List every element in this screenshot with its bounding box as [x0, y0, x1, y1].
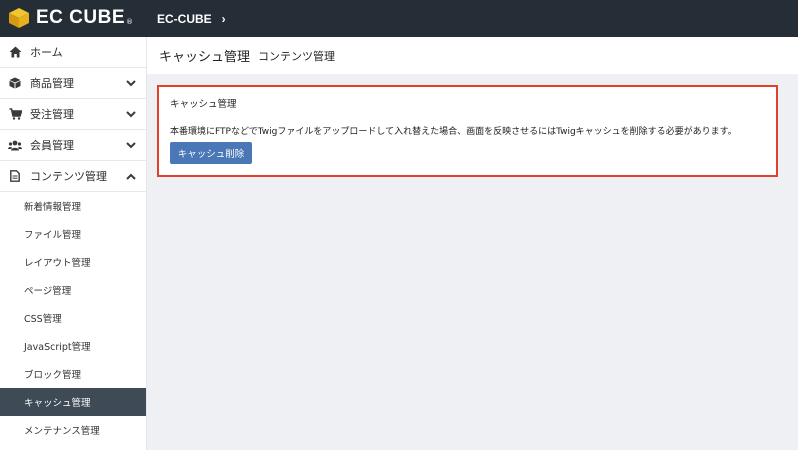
chevron-down-icon — [126, 130, 136, 161]
submenu-item-maintenance[interactable]: メンテナンス管理 — [0, 416, 146, 444]
home-icon — [8, 45, 22, 59]
submenu-item-layout[interactable]: レイアウト管理 — [0, 248, 146, 276]
cube-logo-icon — [9, 8, 29, 28]
submenu-item-css[interactable]: CSS管理 — [0, 304, 146, 332]
chevron-down-icon — [126, 68, 136, 99]
sidebar: ホーム 商品管理 受注管理 会員管理 コンテンツ管理 新着情報管理 ファイル管理… — [0, 37, 147, 450]
submenu-item-files[interactable]: ファイル管理 — [0, 220, 146, 248]
sidebar-item-label: 商品管理 — [30, 77, 74, 90]
cache-card: キャッシュ管理 本番環境にFTPなどでTwigファイルをアップロードして入れ替え… — [157, 85, 778, 177]
submenu-item-pages[interactable]: ページ管理 — [0, 276, 146, 304]
logo[interactable]: EC CUBE ® — [8, 4, 133, 32]
sidebar-item-products[interactable]: 商品管理 — [0, 68, 146, 99]
card-description: 本番環境にFTPなどでTwigファイルをアップロードして入れ替えた場合、画面を反… — [170, 127, 737, 137]
cart-icon — [8, 107, 22, 121]
sidebar-item-members[interactable]: 会員管理 — [0, 130, 146, 161]
delete-cache-button[interactable]: キャッシュ削除 — [170, 142, 252, 164]
top-bar: EC CUBE ® EC-CUBE › — [0, 0, 798, 37]
shop-name-label: EC-CUBE — [157, 11, 212, 26]
logo-registered-mark: ® — [126, 18, 134, 26]
page-header: キャッシュ管理 コンテンツ管理 — [147, 37, 798, 74]
cube-icon — [8, 76, 22, 90]
chevron-up-icon — [126, 161, 136, 192]
card-title: キャッシュ管理 — [170, 99, 237, 110]
users-icon — [8, 138, 22, 152]
page-subtitle: コンテンツ管理 — [258, 49, 336, 63]
sidebar-item-label: 受注管理 — [30, 108, 74, 121]
chevron-down-icon — [126, 99, 136, 130]
submenu-item-cache[interactable]: キャッシュ管理 — [0, 388, 146, 416]
submenu-item-javascript[interactable]: JavaScript管理 — [0, 332, 146, 360]
sidebar-item-label: 会員管理 — [30, 139, 74, 152]
page-title: キャッシュ管理 — [159, 50, 251, 65]
chevron-right-icon: › — [221, 11, 226, 26]
sidebar-item-contents[interactable]: コンテンツ管理 — [0, 161, 146, 192]
shop-name-link[interactable]: EC-CUBE › — [157, 0, 226, 37]
file-icon — [8, 169, 22, 183]
submenu-item-news[interactable]: 新着情報管理 — [0, 192, 146, 220]
sidebar-item-home[interactable]: ホーム — [0, 37, 146, 68]
sidebar-item-orders[interactable]: 受注管理 — [0, 99, 146, 130]
submenu-item-blocks[interactable]: ブロック管理 — [0, 360, 146, 388]
contents-submenu: 新着情報管理 ファイル管理 レイアウト管理 ページ管理 CSS管理 JavaSc… — [0, 192, 146, 444]
sidebar-item-label: ホーム — [30, 46, 63, 59]
logo-text: EC CUBE — [36, 7, 126, 28]
sidebar-item-label: コンテンツ管理 — [30, 170, 107, 183]
